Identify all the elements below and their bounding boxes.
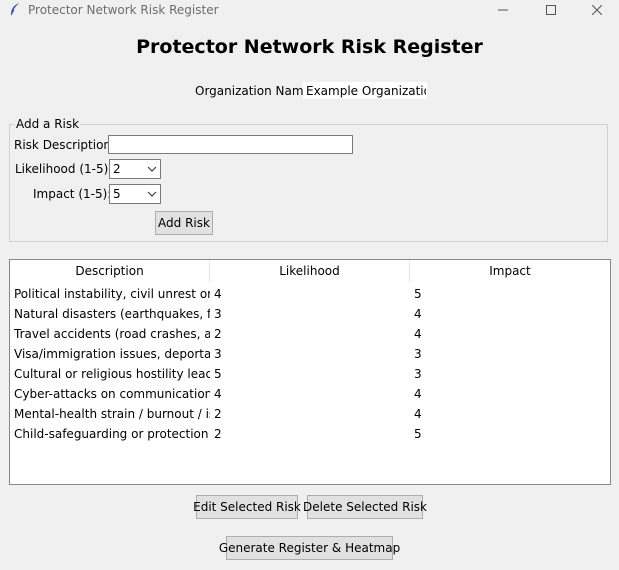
column-header-impact[interactable]: Impact	[410, 260, 610, 282]
cell-likelihood: 2	[214, 327, 222, 341]
table-header: Description Likelihood Impact	[10, 260, 610, 282]
cell-likelihood: 5	[214, 367, 222, 381]
column-header-description[interactable]: Description	[10, 260, 210, 282]
risk-description-input[interactable]	[108, 135, 353, 154]
cell-impact: 4	[414, 387, 422, 401]
cell-impact: 5	[414, 287, 422, 301]
cell-impact: 4	[414, 407, 422, 421]
delete-selected-risk-button[interactable]: Delete Selected Risk	[303, 495, 427, 519]
add-risk-button[interactable]: Add Risk	[155, 211, 213, 235]
minimize-icon	[498, 9, 508, 11]
cell-likelihood: 2	[214, 427, 222, 441]
close-button[interactable]	[574, 0, 619, 20]
chevron-down-icon	[147, 191, 157, 197]
cell-impact: 4	[414, 307, 422, 321]
cell-likelihood: 3	[214, 307, 222, 321]
page-title: Protector Network Risk Register	[136, 36, 483, 58]
table-row[interactable]: Child-safeguarding or protection fail 2 5	[10, 424, 610, 444]
organization-name-input[interactable]: Example Organization	[303, 82, 427, 99]
cell-likelihood: 4	[214, 387, 222, 401]
cell-likelihood: 2	[214, 407, 222, 421]
chevron-down-icon	[147, 166, 157, 172]
risk-table[interactable]: Description Likelihood Impact Political …	[9, 259, 611, 485]
table-row[interactable]: Travel accidents (road crashes, air m 2 4	[10, 324, 610, 344]
risk-description-label: Risk Description:	[14, 138, 116, 152]
table-row[interactable]: Political instability, civil unrest or a…	[10, 284, 610, 304]
add-risk-group-label: Add a Risk	[15, 117, 81, 131]
organization-label: Organization Name:	[195, 84, 315, 98]
cell-description: Child-safeguarding or protection fail	[14, 427, 210, 441]
cell-description: Visa/immigration issues, deportation	[14, 347, 210, 361]
cell-impact: 4	[414, 327, 422, 341]
cell-impact: 3	[414, 347, 422, 361]
cell-description: Travel accidents (road crashes, air m	[14, 327, 210, 341]
generate-register-heatmap-button[interactable]: Generate Register & Heatmap	[219, 536, 400, 560]
title-bar: Protector Network Risk Register	[0, 0, 619, 20]
close-icon	[592, 5, 602, 15]
likelihood-value: 2	[113, 162, 121, 176]
window-title: Protector Network Risk Register	[28, 3, 219, 17]
table-row[interactable]: Mental-health strain / burnout / isol 2 4	[10, 404, 610, 424]
cell-impact: 3	[414, 367, 422, 381]
minimize-button[interactable]	[480, 0, 526, 20]
edit-selected-risk-button[interactable]: Edit Selected Risk	[193, 495, 301, 519]
impact-combobox[interactable]: 5	[109, 184, 161, 204]
cell-description: Cyber-attacks on communications o	[14, 387, 210, 401]
column-header-likelihood[interactable]: Likelihood	[210, 260, 410, 282]
table-row[interactable]: Cultural or religious hostility leading 5…	[10, 364, 610, 384]
cell-likelihood: 4	[214, 287, 222, 301]
maximize-icon	[546, 5, 556, 15]
cell-description: Cultural or religious hostility leading	[14, 367, 210, 381]
cell-likelihood: 3	[214, 347, 222, 361]
likelihood-label: Likelihood (1-5):	[15, 162, 113, 176]
cell-description: Natural disasters (earthquakes, flood	[14, 307, 210, 321]
maximize-button[interactable]	[528, 0, 574, 20]
impact-label: Impact (1-5):	[33, 187, 112, 201]
cell-impact: 5	[414, 427, 422, 441]
likelihood-combobox[interactable]: 2	[109, 159, 161, 179]
impact-value: 5	[113, 187, 121, 201]
feather-icon	[8, 2, 22, 16]
table-row[interactable]: Visa/immigration issues, deportation 3 3	[10, 344, 610, 364]
table-row[interactable]: Cyber-attacks on communications o 4 4	[10, 384, 610, 404]
cell-description: Political instability, civil unrest or a…	[14, 287, 210, 301]
cell-description: Mental-health strain / burnout / isol	[14, 407, 210, 421]
table-row[interactable]: Natural disasters (earthquakes, flood 3 4	[10, 304, 610, 324]
